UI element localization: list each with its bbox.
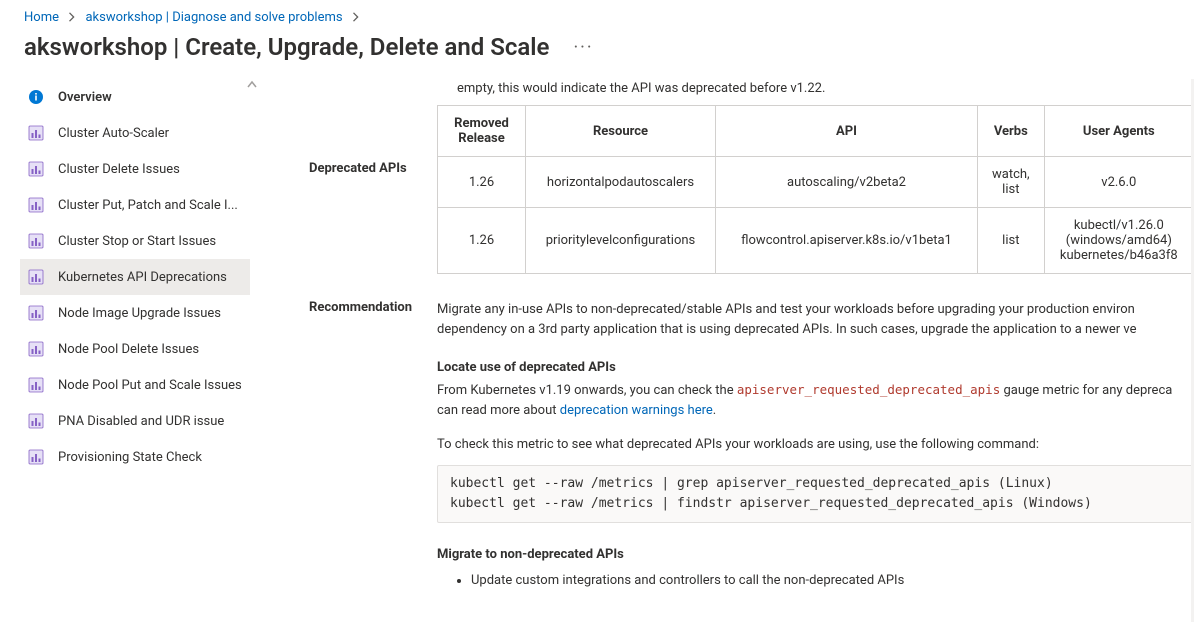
cell-api: flowcontrol.apiserver.k8s.io/v1beta1 bbox=[716, 208, 978, 274]
chart-icon bbox=[28, 161, 44, 177]
sidebar-item-label: Node Pool Put and Scale Issues bbox=[58, 378, 242, 393]
sidebar-item-label: Node Pool Delete Issues bbox=[58, 342, 199, 357]
breadcrumb-home[interactable]: Home bbox=[24, 10, 59, 25]
chart-icon bbox=[28, 449, 44, 465]
sidebar-item-provisioning-state[interactable]: Provisioning State Check bbox=[20, 439, 250, 475]
sidebar-item-label: Cluster Put, Patch and Scale I... bbox=[58, 198, 238, 213]
sidebar-item-label: Node Image Upgrade Issues bbox=[58, 306, 221, 321]
cell-verbs: list bbox=[978, 208, 1045, 274]
sidebar-item-node-image-upgrade[interactable]: Node Image Upgrade Issues bbox=[20, 295, 250, 331]
sidebar-item-label: Kubernetes API Deprecations bbox=[58, 270, 227, 285]
chevron-right-icon bbox=[352, 11, 360, 26]
chart-icon bbox=[28, 197, 44, 213]
recommendation-label: Recommendation bbox=[309, 300, 437, 597]
chart-icon bbox=[28, 233, 44, 249]
chart-icon bbox=[28, 341, 44, 357]
sidebar-item-label: Overview bbox=[58, 90, 112, 105]
sidebar-item-put-patch-scale[interactable]: Cluster Put, Patch and Scale I... bbox=[20, 187, 250, 223]
sidebar-item-auto-scaler[interactable]: Cluster Auto-Scaler bbox=[20, 115, 250, 151]
sidebar: Overview Cluster Auto-Scaler Cluster Del… bbox=[0, 79, 258, 622]
bullet-item: Update custom integrations and controlle… bbox=[471, 571, 1194, 591]
th-resource: Resource bbox=[526, 106, 716, 157]
sidebar-item-api-deprecations[interactable]: Kubernetes API Deprecations bbox=[20, 259, 250, 295]
cell-release: 1.26 bbox=[438, 208, 526, 274]
chart-icon bbox=[28, 413, 44, 429]
intro-fragment: empty, this would indicate the API was d… bbox=[457, 79, 1194, 99]
table-row: 1.26 horizontalpodautoscalers autoscalin… bbox=[438, 157, 1194, 208]
sidebar-item-node-pool-put-scale[interactable]: Node Pool Put and Scale Issues bbox=[20, 367, 250, 403]
reco-line2: dependency on a 3rd party application th… bbox=[437, 320, 1194, 340]
locate-line2: can read more about deprecation warnings… bbox=[437, 401, 1194, 421]
chart-icon bbox=[28, 377, 44, 393]
breadcrumb: Home aksworkshop | Diagnose and solve pr… bbox=[0, 0, 1194, 31]
sidebar-item-label: Cluster Delete Issues bbox=[58, 162, 180, 177]
chart-icon bbox=[28, 269, 44, 285]
sidebar-item-pna-udr[interactable]: PNA Disabled and UDR issue bbox=[20, 403, 250, 439]
cell-ua: v2.6.0 bbox=[1044, 157, 1193, 208]
page-title: aksworkshop | Create, Upgrade, Delete an… bbox=[24, 33, 549, 61]
th-api: API bbox=[716, 106, 978, 157]
chart-icon bbox=[28, 305, 44, 321]
deprecation-warnings-link[interactable]: deprecation warnings here bbox=[560, 403, 713, 418]
migrate-bullets: Update custom integrations and controlle… bbox=[437, 571, 1194, 591]
sidebar-item-label: Cluster Stop or Start Issues bbox=[58, 234, 216, 249]
sidebar-item-label: Provisioning State Check bbox=[58, 450, 202, 465]
cell-api: autoscaling/v2beta2 bbox=[716, 157, 978, 208]
breadcrumb-diagnose[interactable]: aksworkshop | Diagnose and solve problem… bbox=[85, 10, 342, 25]
check-line: To check this metric to see what depreca… bbox=[437, 435, 1194, 455]
more-options-button[interactable]: ··· bbox=[573, 37, 593, 58]
collapse-up-icon[interactable] bbox=[246, 79, 258, 95]
cell-ua: kubectl/v1.26.0 (windows/amd64) kubernet… bbox=[1044, 208, 1193, 274]
code-line: kubectl get --raw /metrics | grep apiser… bbox=[450, 474, 1181, 494]
th-user-agents: User Agents bbox=[1044, 106, 1193, 157]
sidebar-item-node-pool-delete[interactable]: Node Pool Delete Issues bbox=[20, 331, 250, 367]
locate-heading: Locate use of deprecated APIs bbox=[437, 358, 1194, 378]
th-verbs: Verbs bbox=[978, 106, 1045, 157]
sidebar-item-label: Cluster Auto-Scaler bbox=[58, 126, 169, 141]
code-line: kubectl get --raw /metrics | findstr api… bbox=[450, 494, 1181, 514]
page-title-row: aksworkshop | Create, Upgrade, Delete an… bbox=[0, 31, 1194, 79]
deprecated-apis-label: Deprecated APIs bbox=[309, 105, 437, 176]
code-block: kubectl get --raw /metrics | grep apiser… bbox=[437, 465, 1194, 523]
table-row: 1.26 prioritylevelconfigurations flowcon… bbox=[438, 208, 1194, 274]
main-content: empty, this would indicate the API was d… bbox=[258, 79, 1194, 622]
cell-resource: prioritylevelconfigurations bbox=[526, 208, 716, 274]
sidebar-item-label: PNA Disabled and UDR issue bbox=[58, 414, 224, 429]
cell-release: 1.26 bbox=[438, 157, 526, 208]
cell-verbs: watch, list bbox=[978, 157, 1045, 208]
cell-resource: horizontalpodautoscalers bbox=[526, 157, 716, 208]
sidebar-item-stop-start[interactable]: Cluster Stop or Start Issues bbox=[20, 223, 250, 259]
table-header-row: Removed Release Resource API Verbs User … bbox=[438, 106, 1194, 157]
metric-code: apiserver_requested_deprecated_apis bbox=[737, 382, 1000, 397]
locate-line1: From Kubernetes v1.19 onwards, you can c… bbox=[437, 380, 1194, 401]
sidebar-item-overview[interactable]: Overview bbox=[20, 79, 250, 115]
sidebar-item-delete-issues[interactable]: Cluster Delete Issues bbox=[20, 151, 250, 187]
chart-icon bbox=[28, 125, 44, 141]
info-icon bbox=[28, 89, 44, 105]
chevron-right-icon bbox=[68, 11, 79, 26]
deprecated-apis-table: Removed Release Resource API Verbs User … bbox=[437, 105, 1194, 274]
th-removed-release: Removed Release bbox=[438, 106, 526, 157]
reco-line1: Migrate any in-use APIs to non-deprecate… bbox=[437, 300, 1194, 320]
migrate-heading: Migrate to non-deprecated APIs bbox=[437, 545, 1194, 565]
